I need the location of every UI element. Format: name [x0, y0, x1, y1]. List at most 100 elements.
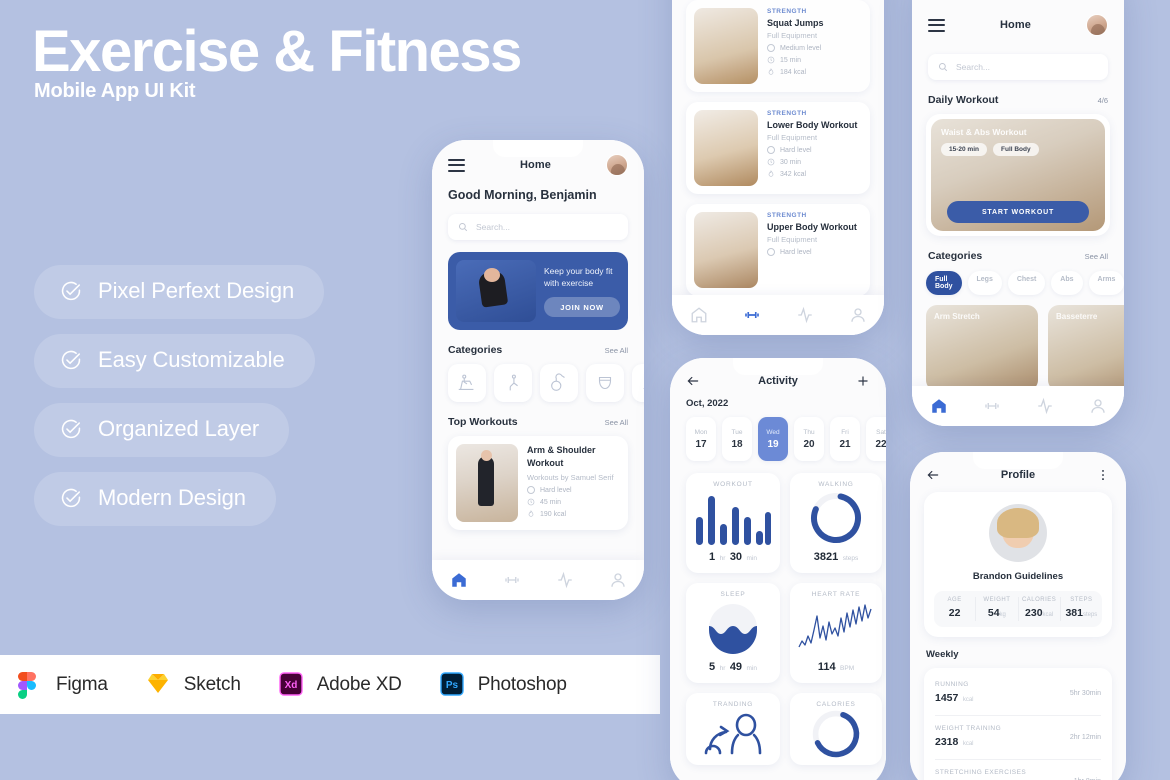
category-treadmill[interactable]: [448, 364, 486, 402]
workout-list-item[interactable]: STRENGTH Lower Body Workout Full Equipme…: [686, 102, 870, 194]
stat-card-calories[interactable]: CALORIES: [790, 693, 882, 765]
category-stretching[interactable]: [494, 364, 532, 402]
activity-icon[interactable]: [556, 571, 574, 589]
chip-bodypart: Full Body: [993, 143, 1039, 156]
weekly-row[interactable]: WEIGHT TRAINING 2318 kcal 2hr 12min: [935, 716, 1101, 760]
ring-chart-svg: [812, 710, 860, 758]
day-chip[interactable]: Mon 17: [686, 417, 716, 461]
day-chip[interactable]: Fri 21: [830, 417, 860, 461]
daily-count: 4/6: [1097, 95, 1108, 105]
workout-title: Upper Body Workout: [767, 222, 857, 232]
clock-icon: [767, 56, 775, 64]
workout-image: [694, 8, 758, 84]
start-workout-button[interactable]: START WORKOUT: [947, 201, 1089, 223]
see-all-link[interactable]: See All: [605, 346, 628, 355]
phone-daily-home: Home Search... Daily Workout 4/6 Waist &…: [912, 0, 1124, 426]
flame-icon: [768, 68, 774, 75]
menu-icon[interactable]: [928, 18, 945, 32]
promo-banner[interactable]: Keep your body fit with exercise JOIN NO…: [448, 252, 628, 330]
avatar[interactable]: [606, 154, 628, 176]
calories-label: 342 kcal: [780, 170, 807, 178]
dumbbell-icon[interactable]: [983, 397, 1001, 415]
flame-icon: [768, 170, 774, 177]
thumb-title: Arm Stretch: [934, 312, 980, 321]
avatar[interactable]: [1086, 14, 1108, 36]
thumb-card[interactable]: Arm Stretch: [926, 305, 1038, 391]
stat-label: TRANDING: [712, 701, 754, 708]
workout-list-item[interactable]: STRENGTH Upper Body Workout Full Equipme…: [686, 204, 870, 296]
feature-label: Organized Layer: [98, 416, 260, 441]
svg-text:Ps: Ps: [446, 680, 459, 691]
feature-list: Pixel Perfext Design Easy Customizable O…: [34, 265, 325, 541]
day-name: Thu: [803, 428, 815, 436]
see-all-link[interactable]: See All: [1085, 252, 1108, 261]
weekly-row[interactable]: STRETCHING EXERCISES 430 kcal 1hr 8min: [935, 760, 1101, 780]
profile-icon[interactable]: [1089, 397, 1107, 415]
more-vertical-icon[interactable]: [1096, 468, 1110, 482]
unit-hours: hr: [719, 555, 726, 562]
stat-label: HEART RATE: [811, 591, 861, 598]
plus-icon[interactable]: [856, 374, 870, 388]
dumbbell-icon[interactable]: [503, 571, 521, 589]
category-kettlebell[interactable]: [540, 364, 578, 402]
profile-icon[interactable]: [849, 306, 867, 324]
daily-hero-card[interactable]: Waist & Abs Workout 15-20 min Full Body …: [926, 114, 1110, 236]
treadmill-icon: [458, 374, 474, 390]
section-title: Categories: [448, 344, 503, 356]
search-input[interactable]: Search...: [928, 54, 1108, 80]
day-chip[interactable]: Sat 22: [866, 417, 886, 461]
stat-card-sleep[interactable]: SLEEP 5 hr 49 min: [686, 583, 780, 683]
day-chip[interactable]: Thu 20: [794, 417, 824, 461]
day-selector: Mon17 Tue18 Wed19 Thu20 Fri21 Sat22 Su2: [670, 409, 886, 461]
page-subtitle: Mobile App UI Kit: [34, 80, 196, 102]
check-circle-icon: [60, 349, 82, 371]
stat-card-heart-rate[interactable]: HEART RATE 114 BPM: [790, 583, 882, 683]
featured-workout-card[interactable]: Arm & Shoulder Workout Workouts by Samue…: [448, 436, 628, 530]
stat-unit: steps: [1082, 612, 1098, 618]
arrow-left-icon[interactable]: [686, 374, 700, 388]
search-placeholder: Search...: [956, 62, 991, 72]
activity-icon[interactable]: [1036, 397, 1054, 415]
home-icon[interactable]: [450, 571, 468, 589]
search-icon: [938, 62, 948, 72]
profile-avatar[interactable]: [989, 504, 1047, 562]
workout-list-item[interactable]: STRENGTH Squat Jumps Full Equipment Medi…: [686, 0, 870, 92]
category-waist[interactable]: [586, 364, 624, 402]
home-icon[interactable]: [690, 306, 708, 324]
filter-legs[interactable]: Legs: [967, 271, 1002, 295]
workout-author: Workouts by Samuel Serif: [527, 473, 614, 483]
dumbbell-icon[interactable]: [743, 306, 761, 324]
filter-abs[interactable]: Abs: [1051, 271, 1083, 295]
stat-value: 381: [1065, 607, 1083, 619]
weekly-row[interactable]: RUNNING 1457 kcal 5hr 30min: [935, 672, 1101, 716]
stat-value: 54: [987, 607, 1000, 619]
day-name: Tue: [731, 428, 743, 436]
stat-card-walking[interactable]: WALKING 3821 steps: [790, 473, 882, 573]
stat-card-tranding[interactable]: TRANDING: [686, 693, 780, 765]
day-chip-selected[interactable]: Wed 19: [758, 417, 788, 461]
category-rowing[interactable]: [632, 364, 644, 402]
see-all-link[interactable]: See All: [605, 418, 628, 427]
calories-ring-chart: [798, 708, 874, 760]
walking-ring-chart: [798, 488, 874, 547]
arrow-left-icon[interactable]: [926, 468, 940, 482]
workout-value: 1 hr 30 min: [709, 547, 757, 565]
filter-chest[interactable]: Chest: [1007, 271, 1046, 295]
thumb-card[interactable]: Basseterre: [1048, 305, 1124, 391]
level-label: Hard level: [540, 486, 572, 494]
menu-icon[interactable]: [448, 158, 465, 172]
tool-photoshop: Ps Photoshop: [440, 671, 567, 698]
join-now-button[interactable]: JOIN NOW: [544, 297, 620, 318]
calories-label: 184 kcal: [780, 68, 807, 76]
level-icon: [767, 146, 775, 154]
filter-arms[interactable]: Arms: [1088, 271, 1124, 295]
activity-icon[interactable]: [796, 306, 814, 324]
filter-full-body[interactable]: Full Body: [926, 271, 962, 295]
day-chip[interactable]: Tue 18: [722, 417, 752, 461]
workout-calories: 190 kcal: [527, 510, 620, 518]
search-input[interactable]: Search...: [448, 214, 628, 240]
home-icon[interactable]: [930, 397, 948, 415]
stat-card-workout[interactable]: WORKOUT 1 hr 30 min: [686, 473, 780, 573]
check-circle-icon: [60, 418, 82, 440]
profile-icon[interactable]: [609, 571, 627, 589]
